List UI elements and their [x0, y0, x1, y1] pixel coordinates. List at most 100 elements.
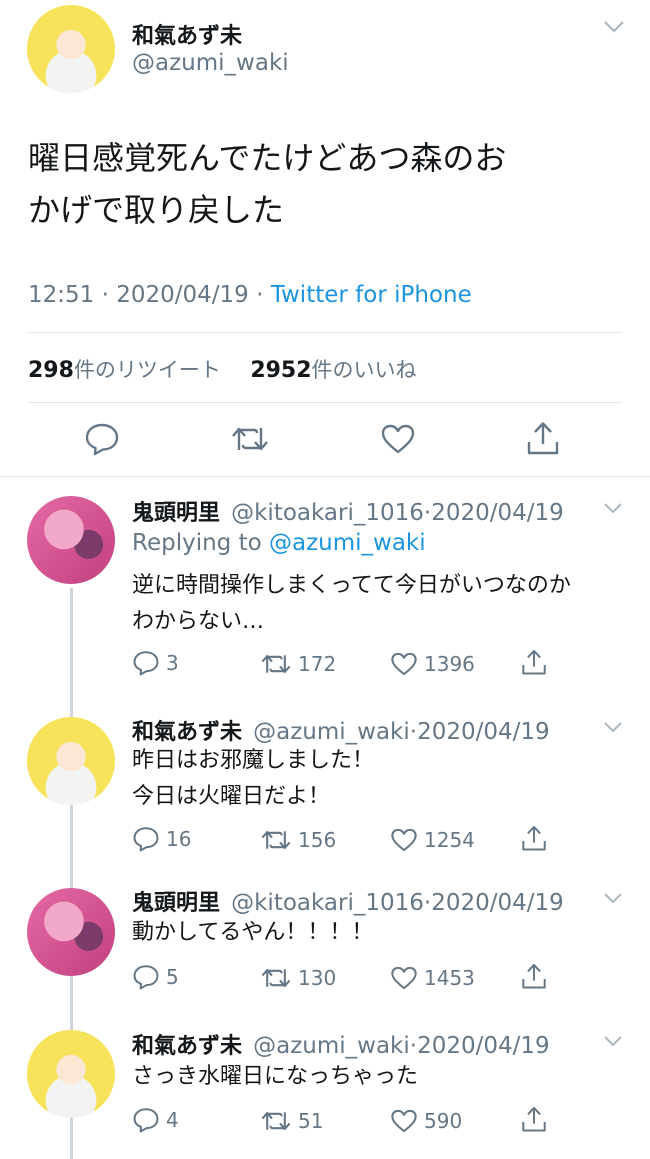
like-button[interactable]: 590: [390, 1108, 462, 1134]
reply-button[interactable]: 5: [132, 964, 179, 990]
retweet-button[interactable]: 172: [260, 652, 336, 676]
share-icon: [521, 1105, 547, 1133]
reply-text-line: さっき水曜日になっちゃった: [132, 1064, 419, 1089]
reply-text: さっき水曜日になっちゃった: [132, 1059, 418, 1095]
like-button[interactable]: 1396: [390, 651, 475, 677]
tweet-text-line: 曜日感覚死んでたけどあつ森のお: [28, 139, 507, 177]
share-button[interactable]: [521, 824, 547, 852]
reply-button[interactable]: 3: [132, 650, 179, 676]
reply-text-line: 動かしてるやん！！！！: [132, 920, 374, 945]
avatar[interactable]: [27, 5, 115, 93]
reply-date[interactable]: 2020/04/19: [431, 890, 564, 916]
tweet-meta: 12:51 · 2020/04/19 · Twitter for iPhone: [28, 282, 472, 308]
retweet-stat[interactable]: 298件のリツイート: [28, 358, 221, 383]
retweet-button[interactable]: 156: [260, 828, 336, 852]
reply-text: 逆に時間操作しまくってて今日がいつなのか わからない…: [132, 568, 571, 640]
retweet-button[interactable]: 130: [260, 966, 336, 990]
replying-to-prefix: Replying to: [132, 530, 262, 556]
display-name[interactable]: 和氣あず未: [132, 720, 242, 745]
divider: [28, 402, 622, 403]
reply-icon: [132, 964, 160, 990]
like-icon: [390, 651, 418, 677]
like-icon: [380, 423, 416, 455]
retweet-icon: [260, 1109, 292, 1133]
handle[interactable]: @kitoakari_1016: [231, 890, 424, 916]
section-divider: [0, 476, 650, 477]
tweet-text: 曜日感覚死んでたけどあつ森のお かげで取り戻した: [28, 132, 628, 236]
chevron-down-icon[interactable]: [603, 20, 625, 34]
share-button[interactable]: [521, 1105, 547, 1133]
share-button[interactable]: [521, 648, 547, 676]
like-button[interactable]: 1453: [390, 965, 475, 991]
like-button[interactable]: [380, 423, 416, 455]
retweet-count: 51: [298, 1109, 324, 1133]
reply-icon: [84, 422, 120, 456]
like-count: 1254: [424, 828, 475, 852]
reply-text-line: 今日は火曜日だよ！: [132, 784, 331, 809]
chevron-down-icon[interactable]: [603, 502, 623, 514]
reply-date[interactable]: 2020/04/19: [417, 1033, 550, 1059]
chevron-down-icon[interactable]: [603, 1035, 623, 1047]
replying-to: Replying to @azumi_waki: [132, 530, 426, 556]
like-icon: [390, 1108, 418, 1134]
handle[interactable]: @kitoakari_1016: [231, 500, 424, 526]
display-name[interactable]: 和氣あず未: [132, 1034, 242, 1059]
meta-separator: ·: [409, 719, 418, 745]
retweet-count: 130: [298, 966, 337, 990]
avatar[interactable]: [27, 496, 115, 584]
tweet-text-line: かげで取り戻した: [28, 191, 285, 229]
tweet-source-link[interactable]: Twitter for iPhone: [271, 282, 472, 308]
share-icon: [521, 648, 547, 676]
replying-to-link[interactable]: @azumi_waki: [269, 530, 426, 556]
retweet-icon: [260, 652, 292, 676]
like-count: 1396: [424, 652, 475, 676]
display-name[interactable]: 鬼頭明里: [132, 501, 220, 526]
like-icon: [390, 827, 418, 853]
avatar[interactable]: [27, 717, 115, 805]
chevron-down-icon[interactable]: [603, 721, 623, 733]
reply-button[interactable]: 4: [132, 1107, 179, 1133]
display-name[interactable]: 鬼頭明里: [132, 891, 220, 916]
like-icon: [390, 965, 418, 991]
chevron-down-icon[interactable]: [603, 892, 623, 904]
reply-count: 4: [166, 1108, 179, 1132]
tweet-stats: 298件のリツイート 2952件のいいね: [28, 354, 417, 384]
reply-text: 昨日はお邪魔しました！ 今日は火曜日だよ！: [132, 743, 374, 815]
retweet-count: 172: [298, 652, 337, 676]
like-stat-label: 件のいいね: [311, 358, 417, 382]
avatar[interactable]: [27, 1030, 115, 1118]
handle[interactable]: @azumi_waki: [253, 1033, 410, 1059]
avatar[interactable]: [27, 888, 115, 976]
handle[interactable]: @azumi_waki: [253, 719, 410, 745]
reply-text-line: 逆に時間操作しまくってて今日がいつなのか: [132, 573, 571, 598]
handle[interactable]: @azumi_waki: [132, 50, 289, 76]
reply-header: 鬼頭明里 @kitoakari_1016·2020/04/19: [132, 885, 564, 917]
reply-text-line: 昨日はお邪魔しました！: [132, 748, 375, 773]
reply-button[interactable]: 16: [132, 826, 191, 852]
like-count: 2952: [250, 358, 312, 383]
retweet-button[interactable]: [230, 424, 270, 454]
retweet-stat-label: 件のリツイート: [73, 358, 221, 382]
retweet-button[interactable]: 51: [260, 1109, 323, 1133]
tweet-time: 12:51: [28, 282, 95, 308]
reply-date[interactable]: 2020/04/19: [417, 719, 550, 745]
reply-icon: [132, 826, 160, 852]
share-button[interactable]: [521, 962, 547, 990]
share-icon: [521, 962, 547, 990]
like-button[interactable]: 1254: [390, 827, 475, 853]
reply-count: 5: [166, 965, 179, 989]
like-stat[interactable]: 2952件のいいね: [250, 358, 417, 383]
meta-separator: ·: [256, 282, 271, 308]
retweet-icon: [260, 828, 292, 852]
share-button[interactable]: [526, 420, 560, 456]
reply-button[interactable]: [84, 422, 120, 456]
reply-count: 16: [166, 827, 192, 851]
reply-count: 3: [166, 651, 179, 675]
reply-date[interactable]: 2020/04/19: [431, 500, 564, 526]
share-icon: [521, 824, 547, 852]
reply-icon: [132, 1107, 160, 1133]
meta-separator: ·: [101, 282, 117, 308]
tweet-date[interactable]: 2020/04/19: [116, 282, 249, 308]
display-name[interactable]: 和氣あず未: [132, 18, 242, 50]
meta-separator: ·: [409, 1033, 418, 1059]
